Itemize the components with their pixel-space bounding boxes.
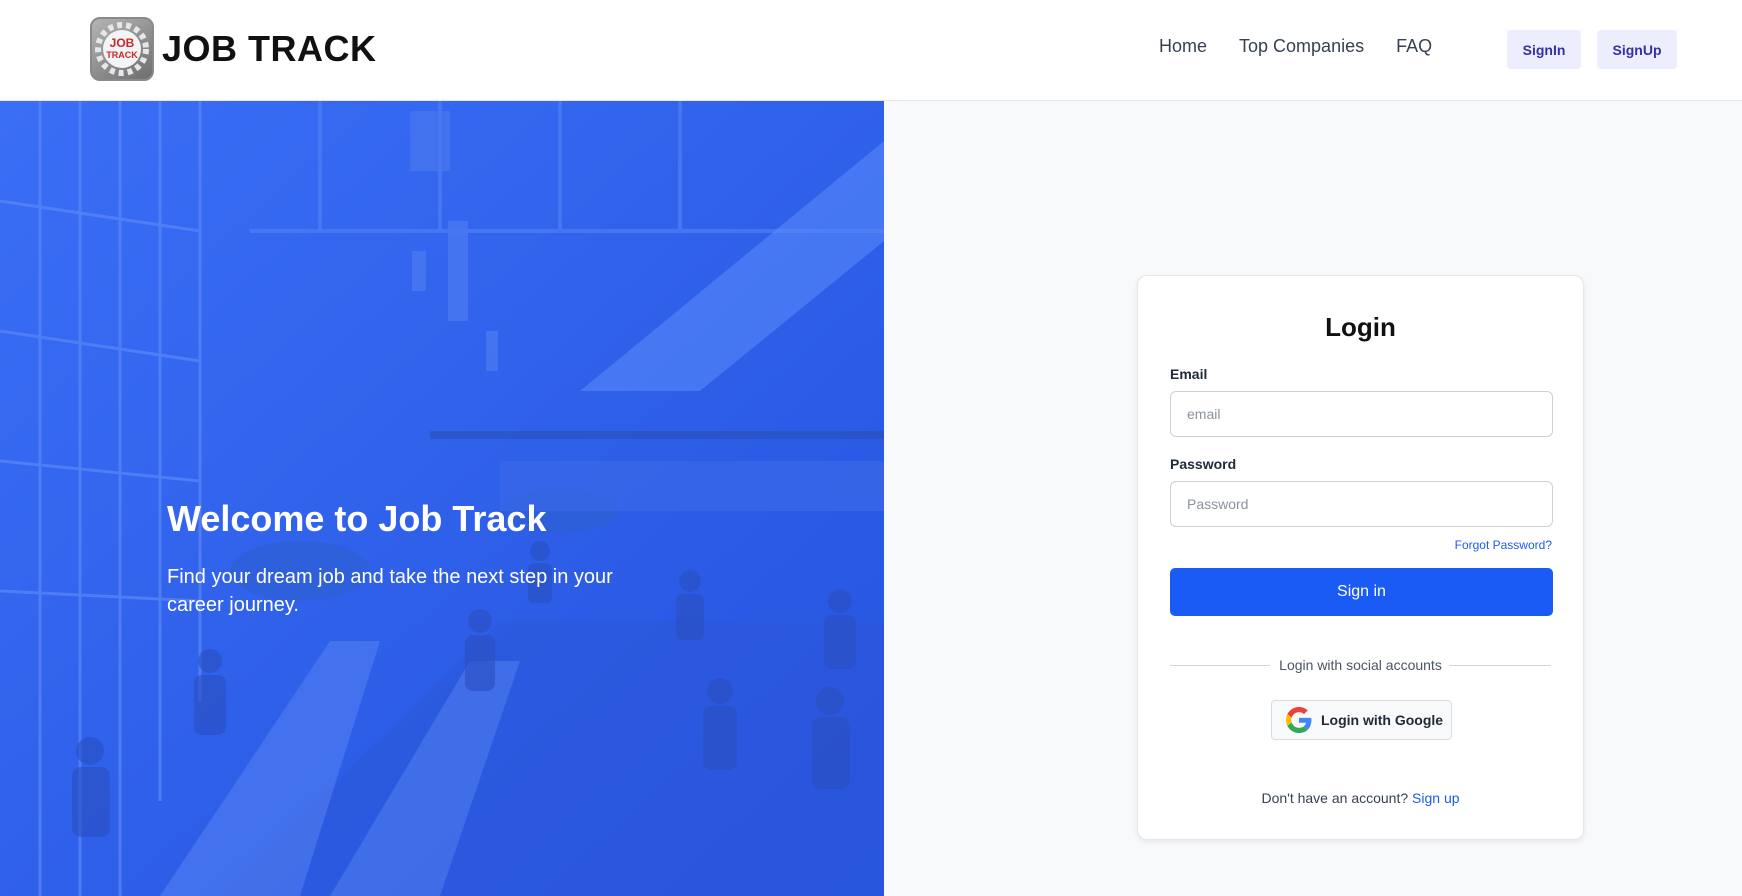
- sign-in-button[interactable]: Sign in: [1170, 568, 1553, 616]
- google-login-button[interactable]: Login with Google: [1271, 700, 1452, 740]
- hero-subtitle: Find your dream job and take the next st…: [167, 566, 613, 616]
- brand[interactable]: JOB TRACK JOB TRACK: [90, 17, 377, 81]
- signup-prompt: Don't have an account? Sign up: [1138, 790, 1583, 806]
- header-signin-button[interactable]: SignIn: [1507, 30, 1581, 69]
- no-account-text: Don't have an account?: [1261, 790, 1409, 806]
- password-label: Password: [1170, 456, 1237, 472]
- nav-home[interactable]: Home: [1159, 36, 1207, 57]
- top-navbar: JOB TRACK JOB TRACK Home Top Companies F…: [0, 0, 1742, 101]
- forgot-password-link[interactable]: Forgot Password?: [1455, 538, 1552, 552]
- nav-top-companies[interactable]: Top Companies: [1239, 36, 1364, 57]
- svg-text:JOB: JOB: [110, 36, 135, 50]
- email-input[interactable]: [1170, 391, 1553, 437]
- job-track-logo: JOB TRACK: [90, 17, 154, 81]
- brand-name: JOB TRACK: [162, 28, 377, 69]
- email-label: Email: [1170, 366, 1208, 382]
- hero-title: Welcome to Job Track: [167, 498, 547, 539]
- password-input[interactable]: [1170, 481, 1553, 527]
- google-login-label: Login with Google: [1321, 712, 1444, 728]
- main-nav: Home Top Companies FAQ: [1159, 36, 1432, 57]
- nav-faq[interactable]: FAQ: [1396, 36, 1432, 57]
- header-signup-button[interactable]: SignUp: [1597, 30, 1677, 69]
- login-card: Login Email Password Forgot Password? Si…: [1137, 275, 1584, 840]
- divider-right: [1449, 665, 1551, 666]
- hero-panel: Welcome to Job Track Find your dream job…: [0, 101, 884, 896]
- svg-text:TRACK: TRACK: [106, 50, 138, 60]
- signup-link[interactable]: Sign up: [1412, 790, 1459, 806]
- login-title: Login: [1325, 312, 1396, 342]
- google-icon: [1286, 707, 1312, 733]
